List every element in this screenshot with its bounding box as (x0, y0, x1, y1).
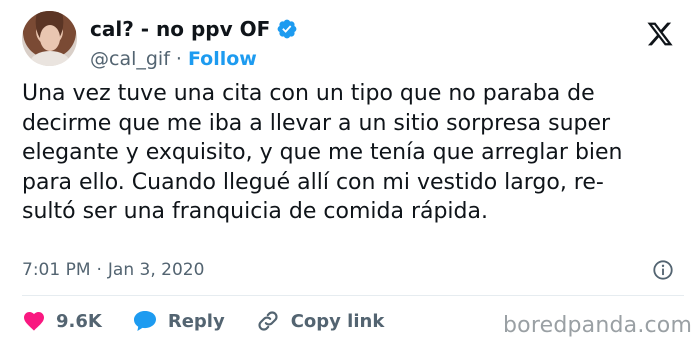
tweet-time: 7:01 PM (22, 260, 91, 280)
copy-link-label: Copy link (290, 310, 385, 332)
copy-link-button[interactable]: Copy link (255, 308, 385, 334)
heart-icon (22, 309, 46, 333)
author-name-row: cal? - no ppv OF (90, 17, 298, 41)
action-bar: 9.6K Reply Copy link (22, 308, 414, 334)
link-icon (255, 308, 281, 334)
watermark: boredpanda.com (503, 313, 693, 338)
tweet-timestamp[interactable]: 7:01 PM · Jan 3, 2020 (22, 259, 204, 281)
reply-label: Reply (167, 310, 225, 332)
divider (22, 295, 684, 296)
follow-button[interactable]: Follow (188, 47, 257, 71)
author-handle-row: @cal_gif · Follow (90, 47, 257, 71)
tweet-date: Jan 3, 2020 (107, 260, 205, 280)
like-button[interactable]: 9.6K (22, 309, 102, 333)
handle-separator: · (175, 48, 182, 70)
author-handle[interactable]: @cal_gif (90, 47, 170, 71)
speech-bubble-icon (132, 309, 158, 333)
info-icon[interactable] (652, 259, 674, 281)
verified-badge-icon (276, 18, 298, 40)
reply-button[interactable]: Reply (132, 309, 225, 333)
tweet-text: Una vez tuve una cita con un tipo que no… (22, 81, 623, 225)
author-avatar[interactable] (22, 11, 77, 66)
likes-count: 9.6K (56, 310, 102, 332)
avatar-face (40, 25, 60, 51)
author-display-name[interactable]: cal? - no ppv OF (90, 17, 270, 41)
timestamp-separator: · (96, 260, 102, 280)
x-logo-icon[interactable] (646, 20, 674, 48)
